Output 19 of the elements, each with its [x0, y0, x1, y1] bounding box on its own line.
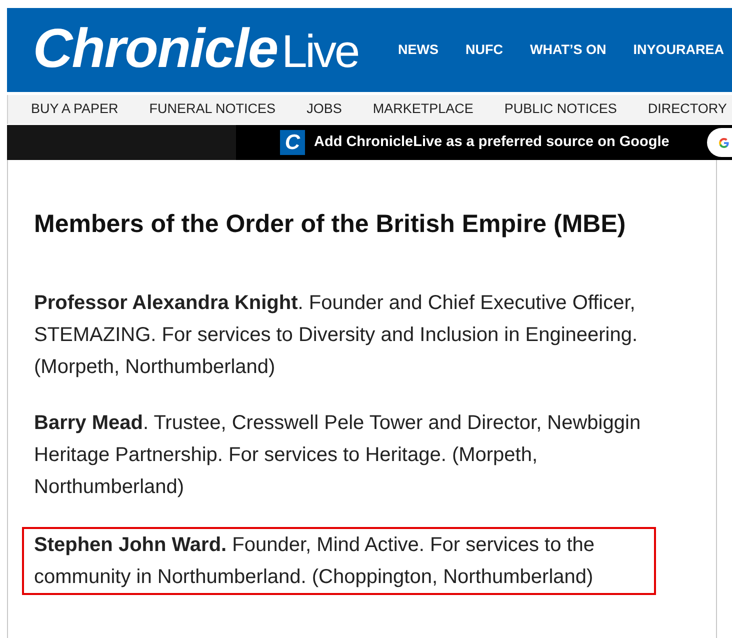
secondary-nav-link[interactable]: JOBS	[306, 99, 342, 120]
site-logo[interactable]: ChronicleLive	[33, 20, 358, 80]
secondary-nav-link[interactable]: PUBLIC NOTICES	[504, 99, 617, 120]
nav-link[interactable]: INYOURAREA	[633, 40, 724, 60]
nav-link[interactable]: NUFC	[466, 40, 504, 60]
secondary-nav-link[interactable]: MARKETPLACE	[372, 99, 474, 120]
brand-tile: C	[280, 130, 305, 155]
section-heading: Members of the Order of the British Empire (MBE)	[34, 209, 626, 240]
honour-entry: Stephen John Ward. Founder, Mind Active. For services to the community in Northumberland. (Choppington, Northumberland)	[34, 533, 596, 590]
secondary-nav-link[interactable]: FUNERAL NOTICES	[149, 99, 276, 120]
nav-link[interactable]: WHAT’S ON	[530, 40, 606, 60]
honour-entry: Professor Alexandra Knight. Founder and Chief Executive Officer, STEMAZING. For services to Diversity and Inclusion in Engineering. (Morpeth, Northumberland)	[34, 291, 639, 380]
secondary-nav-link[interactable]: DIRECTORY	[648, 99, 727, 120]
honour-entry: Barry Mead. Trustee, Cresswell Pele Tower and Director, Newbiggin Heritage Partnership. For services to Heritage. (Morpeth, Northumberland)	[34, 411, 642, 500]
add-source-button[interactable]	[707, 128, 732, 157]
preferred-source-link[interactable]: Add ChronicleLive as a preferred source on Google	[314, 132, 670, 154]
secondary-nav-link[interactable]: BUY A PAPER	[31, 99, 118, 120]
g-logo-icon	[718, 136, 730, 148]
nav-link[interactable]: NEWS	[398, 40, 439, 60]
